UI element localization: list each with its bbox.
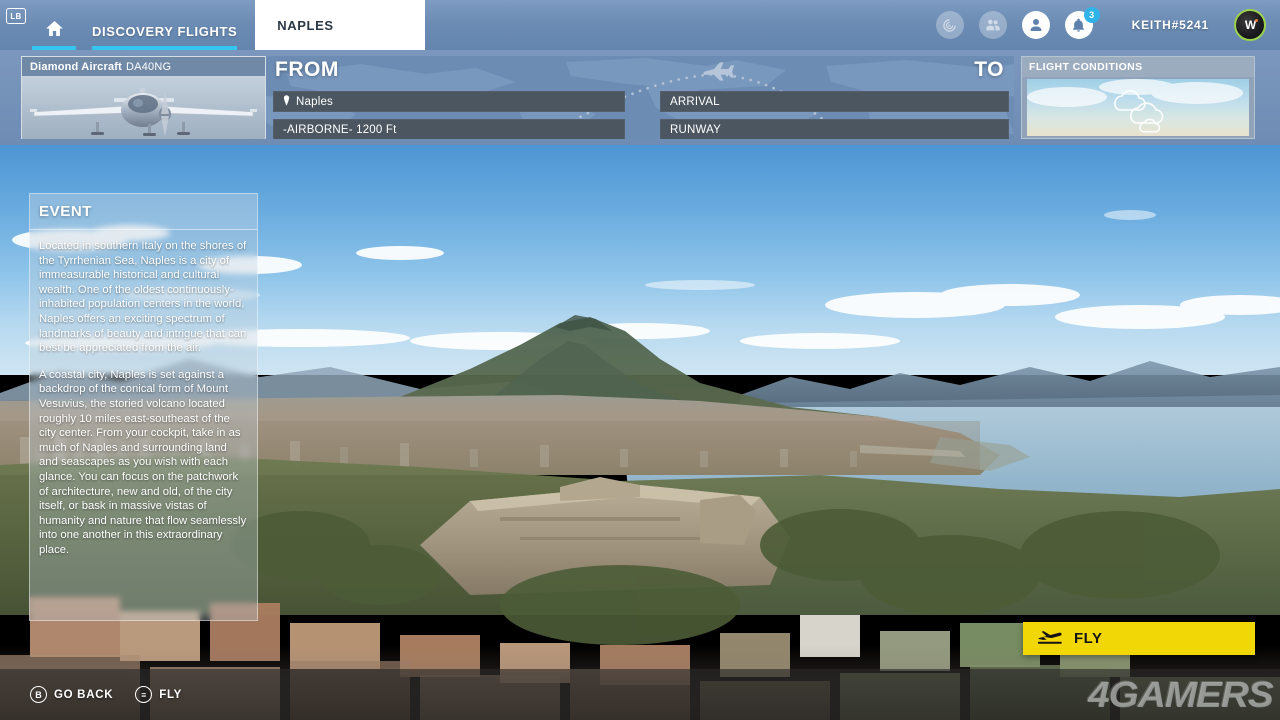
aircraft-thumbnail (22, 76, 265, 139)
go-back-hint[interactable]: B GO BACK (30, 686, 113, 703)
to-label: TO (974, 58, 1004, 81)
from-label: FROM (275, 58, 339, 81)
home-icon (45, 21, 63, 39)
notification-count-badge: 3 (1083, 7, 1100, 23)
arrival-value: ARRIVAL (670, 95, 720, 108)
runway-value: RUNWAY (670, 123, 722, 136)
event-description-panel: EVENT Located in southern Italy on the s… (29, 193, 258, 621)
clouds-icon (1027, 79, 1243, 133)
departure-value: Naples (296, 95, 333, 108)
fly-hint[interactable]: ≡ FLY (135, 686, 182, 703)
aircraft-model-label: DA40NG (126, 60, 172, 73)
fly-button-label: FLY (1074, 630, 1103, 647)
lb-bumper-badge: LB (6, 8, 26, 24)
avatar-gamerpic-mark: W (1244, 18, 1256, 32)
go-back-label: GO BACK (54, 688, 114, 701)
event-title: EVENT (39, 203, 93, 220)
aircraft-title-bar: Diamond Aircraft DA40NG (22, 57, 265, 76)
friends-icon[interactable] (978, 11, 1007, 39)
flight-plan-panel: FROM TO Naples -AIRBORNE- 1200 Ft ARRIVA… (266, 56, 1014, 139)
top-bar-icon-group: 3 KEITH#5241 W (935, 0, 1280, 50)
top-navigation-bar: LB DISCOVERY FLIGHTS NAPLES 3 KEITH#5241… (0, 0, 1280, 50)
tab-discovery-flights[interactable]: DISCOVERY FLIGHTS (76, 0, 253, 50)
tab-naples[interactable]: NAPLES (255, 0, 426, 50)
b-button-icon: B (30, 686, 47, 703)
bottom-hint-bar: B GO BACK ≡ FLY (0, 669, 1280, 720)
avatar-accent-dot (1255, 19, 1258, 22)
event-paragraph-1: Located in southern Italy on the shores … (39, 240, 247, 355)
notifications-bell-icon[interactable]: 3 (1064, 7, 1100, 39)
event-panel-header: EVENT (30, 194, 257, 230)
fly-button[interactable]: FLY (1023, 622, 1255, 655)
radar-icon[interactable] (935, 11, 964, 39)
arrival-field[interactable]: ARRIVAL (660, 91, 1009, 112)
fly-hint-label: FLY (159, 688, 182, 701)
profile-icon[interactable] (1021, 11, 1050, 39)
gamertag-label: KEITH#5241 (1131, 18, 1209, 32)
flight-sim-world-map-screen: LB DISCOVERY FLIGHTS NAPLES 3 KEITH#5241… (0, 0, 1280, 720)
tab-discovery-flights-label: DISCOVERY FLIGHTS (92, 24, 238, 39)
aircraft-brand-label: Diamond Aircraft (30, 60, 123, 73)
altitude-field[interactable]: -AIRBORNE- 1200 Ft (273, 119, 625, 139)
location-pin-icon (283, 94, 290, 109)
menu-button-icon: ≡ (135, 686, 153, 703)
aircraft-card[interactable]: Diamond Aircraft DA40NG (21, 56, 266, 139)
weather-preview (1027, 79, 1249, 136)
departure-field[interactable]: Naples (273, 91, 625, 112)
altitude-value: -AIRBORNE- 1200 Ft (283, 123, 397, 136)
event-panel-body: Located in southern Italy on the shores … (30, 230, 257, 557)
takeoff-plane-icon (1037, 627, 1063, 650)
event-paragraph-2: A coastal city, Naples is set against a … (39, 368, 247, 556)
flight-conditions-card[interactable]: FLIGHT CONDITIONS (1021, 56, 1255, 139)
nav-home-button[interactable] (32, 0, 76, 50)
tab-naples-label: NAPLES (277, 17, 334, 33)
runway-field[interactable]: RUNWAY (660, 119, 1009, 139)
avatar[interactable]: W (1234, 9, 1266, 41)
flight-conditions-title: FLIGHT CONDITIONS (1022, 57, 1254, 77)
